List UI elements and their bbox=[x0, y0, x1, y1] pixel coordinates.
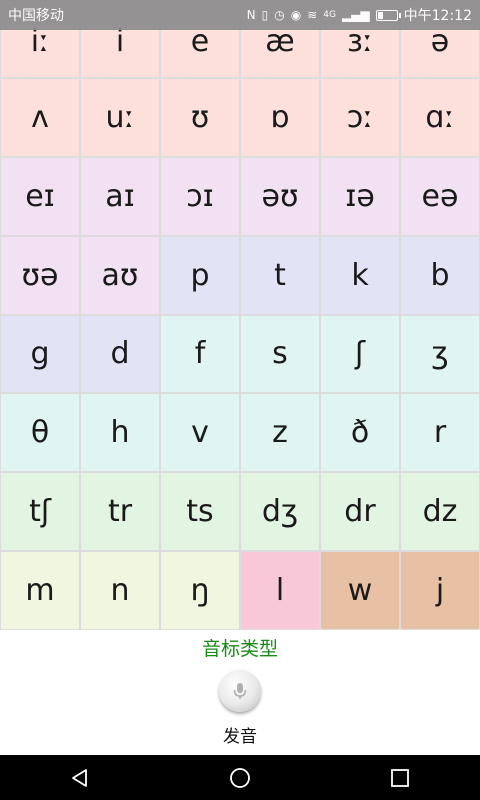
recent-square-icon bbox=[391, 768, 409, 787]
phonetic-symbol-cell[interactable]: h bbox=[80, 393, 160, 473]
nfc-icon: N bbox=[246, 8, 256, 22]
phonetic-symbol-cell[interactable]: dr bbox=[320, 472, 400, 552]
phonetic-symbol-cell[interactable]: tr bbox=[80, 472, 160, 552]
phonetic-symbol-cell[interactable]: tʃ bbox=[0, 472, 80, 552]
control-panel: 音标类型 发音 bbox=[0, 630, 480, 755]
microphone-icon bbox=[233, 683, 247, 699]
phonetic-symbol-cell[interactable]: g bbox=[0, 314, 80, 394]
phonetic-symbol-cell[interactable]: s bbox=[240, 314, 320, 394]
phonetic-symbol-cell[interactable]: ts bbox=[160, 472, 240, 552]
phonetic-symbol-cell[interactable]: m bbox=[0, 551, 80, 630]
phonetic-symbol-cell[interactable]: f bbox=[160, 314, 240, 394]
back-triangle-icon bbox=[72, 768, 87, 787]
phonetic-symbol-cell[interactable]: n bbox=[80, 551, 160, 630]
phonetic-symbol-cell[interactable]: ɔː bbox=[320, 78, 400, 157]
nav-home-button[interactable] bbox=[220, 758, 260, 798]
phonetic-symbol-cell[interactable]: əʊ bbox=[240, 156, 320, 236]
phonetic-symbol-cell[interactable]: ʌ bbox=[0, 78, 80, 157]
phonetic-symbol-cell[interactable]: ʒ bbox=[400, 314, 480, 394]
nav-back-button[interactable] bbox=[60, 758, 100, 798]
phonetic-symbol-cell[interactable]: ɔɪ bbox=[160, 156, 240, 236]
signal-icon: ▂▄▆ bbox=[341, 8, 370, 22]
phonetic-symbol-cell[interactable]: θ bbox=[0, 393, 80, 473]
phonetic-symbol-cell[interactable]: k bbox=[320, 235, 400, 315]
phonetic-symbol-cell[interactable]: d bbox=[80, 314, 160, 394]
home-circle-icon bbox=[230, 767, 250, 788]
carrier-name: 中国移动 bbox=[8, 8, 64, 24]
phonetic-symbol-cell[interactable]: ɒ bbox=[240, 78, 320, 157]
phonetic-symbol-cell[interactable]: ʊə bbox=[0, 235, 80, 315]
status-icons: N ▯ ◷ ◉ ≋ 4G ▂▄▆ 中午12:12 bbox=[247, 5, 472, 25]
network-type: 4G bbox=[323, 10, 336, 20]
pronounce-label: 发音 bbox=[223, 727, 257, 747]
vibrate-icon: ▯ bbox=[261, 8, 269, 22]
phonetic-symbol-cell[interactable]: uː bbox=[80, 78, 160, 157]
phonetic-symbol-cell[interactable]: ɪə bbox=[320, 156, 400, 236]
phonetic-symbol-cell[interactable]: ŋ bbox=[160, 551, 240, 630]
phonetic-symbol-cell[interactable]: j bbox=[400, 551, 480, 630]
phonetic-symbol-cell[interactable]: b bbox=[400, 235, 480, 315]
phonetic-symbol-cell[interactable]: dz bbox=[400, 472, 480, 552]
phonetic-symbol-cell[interactable]: dʒ bbox=[240, 472, 320, 552]
phonetic-symbol-cell[interactable]: r bbox=[400, 393, 480, 473]
phonetic-symbol-cell[interactable]: ð bbox=[320, 393, 400, 473]
phonetic-symbol-cell[interactable]: z bbox=[240, 393, 320, 473]
wifi-icon: ≋ bbox=[307, 8, 318, 22]
navigation-bar bbox=[0, 755, 480, 800]
status-bar: 中国移动 N ▯ ◷ ◉ ≋ 4G ▂▄▆ 中午12:12 bbox=[0, 0, 480, 30]
phonetic-type-selector[interactable]: 音标类型 bbox=[0, 634, 480, 661]
phonetic-grid: iː i e æ ɜː ə ʌ uː ʊ ɒ ɔː ɑː eɪ aɪ ɔɪ əʊ ɪə eə ʊə aʊ p t k b g d f… bbox=[0, 0, 480, 630]
phonetic-symbol-cell[interactable]: eɪ bbox=[0, 156, 80, 236]
phonetic-symbol-cell[interactable]: ɑː bbox=[400, 78, 480, 157]
eye-icon: ◉ bbox=[290, 8, 302, 22]
pronounce-button[interactable] bbox=[219, 670, 261, 712]
phonetic-symbol-cell[interactable]: eə bbox=[400, 156, 480, 236]
nav-recent-button[interactable] bbox=[380, 758, 420, 798]
clock: 中午12:12 bbox=[403, 8, 472, 24]
phonetic-symbol-cell[interactable]: v bbox=[160, 393, 240, 473]
phonetic-symbol-cell[interactable]: t bbox=[240, 235, 320, 315]
phonetic-symbol-cell[interactable]: w bbox=[320, 551, 400, 630]
phonetic-symbol-cell[interactable]: aʊ bbox=[80, 235, 160, 315]
phonetic-symbol-cell[interactable]: p bbox=[160, 235, 240, 315]
alarm-icon: ◷ bbox=[274, 8, 285, 22]
battery-icon bbox=[375, 9, 401, 21]
phonetic-symbol-cell[interactable]: aɪ bbox=[80, 156, 160, 236]
phonetic-symbol-cell[interactable]: l bbox=[240, 551, 320, 630]
phonetic-symbol-cell[interactable]: ʃ bbox=[320, 314, 400, 394]
phonetic-symbol-cell[interactable]: ʊ bbox=[160, 78, 240, 157]
